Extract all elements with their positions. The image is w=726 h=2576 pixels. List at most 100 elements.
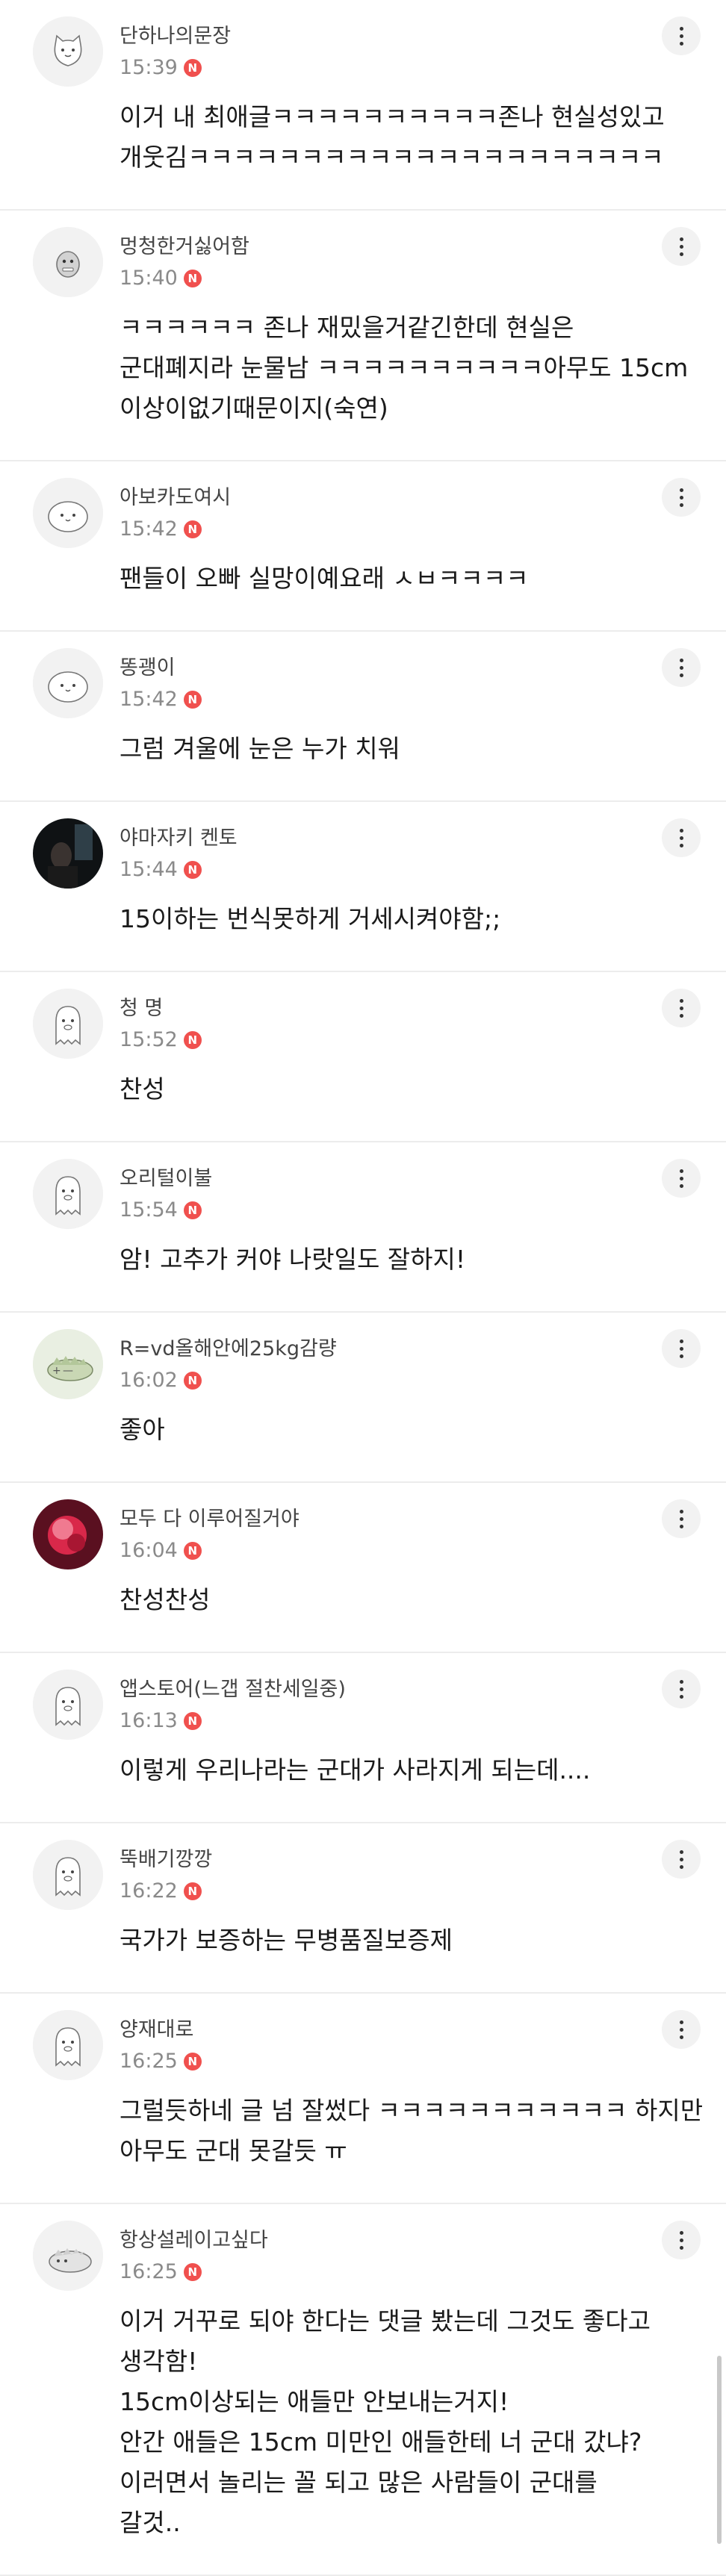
more-icon (679, 1849, 683, 1854)
comment-item: + — R=vd올해안에25kg감량 16:02 N 좋아 (0, 1313, 726, 1483)
comment-meta: 16:25 N (120, 2260, 202, 2283)
comment-item: 뚝배기깡깡 16:22 N 국가가 보증하는 무병품질보증제 (0, 1823, 726, 1994)
grey-monster-icon[interactable] (33, 227, 103, 297)
comment-line: 안간 애들은 15cm 미만인 애들한테 너 군대 갔냐? (120, 2427, 642, 2457)
comment-line: 이거 내 최애글ㅋㅋㅋㅋㅋㅋㅋㅋㅋㅋ존나 현실성있고 (120, 102, 665, 131)
comment-time: 15:44 (120, 858, 178, 881)
comment-line: 그럼 겨울에 눈은 누가 치워 (120, 734, 400, 763)
more-options-button[interactable] (662, 818, 701, 857)
comment-time: 15:42 (120, 688, 178, 711)
grey-ghost-icon[interactable] (33, 1670, 103, 1740)
white-blob-icon[interactable] (33, 478, 103, 548)
more-icon (679, 828, 683, 833)
comment-line: 이거 거꾸로 되야 한다는 댓글 봤는데 그것도 좋다고 (120, 2306, 651, 2336)
new-badge: N (183, 2262, 202, 2281)
comment-nickname[interactable]: 야마자키 켄토 (120, 821, 238, 850)
comment-time: 16:13 (120, 1709, 178, 1732)
comment-body: 암! 고추가 커야 나랏일도 잘하지! (120, 1239, 657, 1280)
new-badge: N (183, 58, 202, 77)
comment-nickname[interactable]: 청 명 (120, 992, 163, 1021)
comment-line: 15이하는 번식못하게 거세시켜야함;; (120, 904, 501, 933)
white-cat-icon[interactable] (33, 16, 103, 87)
more-options-button[interactable] (662, 2221, 701, 2259)
comment-list: 단하나의문장 15:39 N 이거 내 최애글ㅋㅋㅋㅋㅋㅋㅋㅋㅋㅋ존나 현실성있고 개웃… (0, 0, 726, 2576)
comment-body: ㅋㅋㅋㅋㅋㅋ 존나 재밌을거같긴한데 현실은군대폐지라 눈물남 ㅋㅋㅋㅋㅋㅋㅋㅋ… (120, 308, 689, 429)
comment-time: 15:39 (120, 56, 178, 79)
comment-body: 찬성찬성 (120, 1580, 657, 1620)
comment-line: 이러면서 놀리는 꼴 되고 많은 사람들이 군대를 (120, 2468, 598, 2497)
comment-body: 이거 거꾸로 되야 한다는 댓글 봤는데 그것도 좋다고 생각함! 15cm이상되는… (120, 2301, 657, 2543)
new-badge: N (183, 1882, 202, 1900)
more-icon (679, 26, 683, 31)
comment-nickname[interactable]: 항상설레이고싶다 (120, 2224, 268, 2253)
green-dino-icon[interactable]: + — (33, 1329, 103, 1399)
more-options-button[interactable] (662, 1840, 701, 1879)
scrollbar[interactable] (717, 2356, 722, 2544)
more-options-button[interactable] (662, 989, 701, 1027)
comment-nickname[interactable]: 아보카도여시 (120, 481, 231, 510)
comment-time: 16:02 (120, 1369, 178, 1392)
more-options-button[interactable] (662, 2010, 701, 2049)
comment-meta: 15:52 N (120, 1028, 202, 1051)
more-options-button[interactable] (662, 16, 701, 55)
more-icon (679, 658, 683, 662)
dark-photo-icon[interactable] (33, 818, 103, 889)
comment-nickname[interactable]: 모두 다 이루어질거야 (120, 1502, 300, 1531)
new-badge: N (183, 2052, 202, 2071)
comment-nickname[interactable]: 앱스토어(느갭 절찬세일중) (120, 1673, 346, 1702)
comment-time: 15:52 (120, 1028, 178, 1051)
comment-line: ㅋㅋㅋㅋㅋㅋ 존나 재밌을거같긴한데 현실은 (120, 313, 574, 342)
comment-nickname[interactable]: R=vd올해안에25kg감량 (120, 1332, 337, 1361)
comment-nickname[interactable]: 멍청한거싫어함 (120, 230, 249, 259)
more-options-button[interactable] (662, 227, 701, 266)
more-options-button[interactable] (662, 1329, 701, 1368)
more-icon (679, 1509, 683, 1513)
comment-body: 15이하는 번식못하게 거세시켜야함;; (120, 899, 657, 939)
comment-line: 국가가 보증하는 무병품질보증제 (120, 1926, 453, 1955)
grey-ghost-icon[interactable] (33, 2010, 103, 2080)
comment-body: 이렇게 우리나라는 군대가 사라지게 되는데.... (120, 1750, 657, 1791)
comment-body: 찬성 (120, 1069, 657, 1110)
comment-item: 아보카도여시 15:42 N 팬들이 오빠 실망이예요래 ㅅㅂㅋㅋㅋㅋ (0, 461, 726, 632)
comment-line: 군대폐지라 눈물남 ㅋㅋㅋㅋㅋㅋㅋㅋㅋㅋ아무도 15cm (120, 353, 689, 382)
comment-nickname[interactable]: 양재대로 (120, 2013, 193, 2042)
more-options-button[interactable] (662, 1159, 701, 1198)
new-badge: N (183, 1711, 202, 1730)
comment-line: 이상이없기때문이지(숙연) (120, 393, 388, 423)
more-options-button[interactable] (662, 648, 701, 687)
more-icon (679, 1679, 683, 1684)
comment-line: 암! 고추가 커야 나랏일도 잘하지! (120, 1245, 466, 1274)
more-options-button[interactable] (662, 1670, 701, 1708)
comment-nickname[interactable]: 단하나의문장 (120, 19, 231, 49)
more-options-button[interactable] (662, 478, 701, 517)
more-icon (679, 1169, 683, 1173)
more-icon (679, 488, 683, 492)
more-options-button[interactable] (662, 1499, 701, 1538)
comment-line: 생각함! (120, 2347, 198, 2376)
more-icon (679, 2230, 683, 2235)
grey-ghost-icon[interactable] (33, 989, 103, 1059)
svg-text:—: — (63, 1365, 73, 1377)
pink-photo-icon[interactable] (33, 1499, 103, 1569)
more-icon (679, 2020, 683, 2024)
comment-item: 양재대로 16:25 N 그럴듯하네 글 넘 잘썼다 ㅋㅋㅋㅋㅋㅋㅋㅋㅋㅋㅋ 하지만 아… (0, 1994, 726, 2204)
grey-ghost-icon[interactable] (33, 1159, 103, 1229)
comment-nickname[interactable]: 똥괭이 (120, 651, 176, 680)
new-badge: N (183, 1030, 202, 1049)
comment-item: 야마자키 켄토 15:44 N 15이하는 번식못하게 거세시켜야함;; (0, 802, 726, 972)
comment-nickname[interactable]: 뚝배기깡깡 (120, 1843, 212, 1872)
new-badge: N (183, 1541, 202, 1560)
comment-nickname[interactable]: 오리털이불 (120, 1162, 212, 1191)
comment-meta: 16:22 N (120, 1879, 202, 1903)
grey-dino-icon[interactable] (33, 2221, 103, 2291)
comment-meta: 16:04 N (120, 1539, 202, 1562)
comment-line: 아무도 군대 못갈듯 ㅠ (120, 2136, 347, 2165)
comment-time: 15:42 (120, 517, 178, 541)
white-blob-icon[interactable] (33, 648, 103, 718)
comment-line: 갈것.. (120, 2508, 181, 2537)
grey-ghost-icon[interactable] (33, 1840, 103, 1910)
new-badge: N (183, 1371, 202, 1390)
svg-text:+: + (52, 1365, 61, 1377)
new-badge: N (183, 520, 202, 538)
comment-meta: 16:13 N (120, 1709, 202, 1732)
